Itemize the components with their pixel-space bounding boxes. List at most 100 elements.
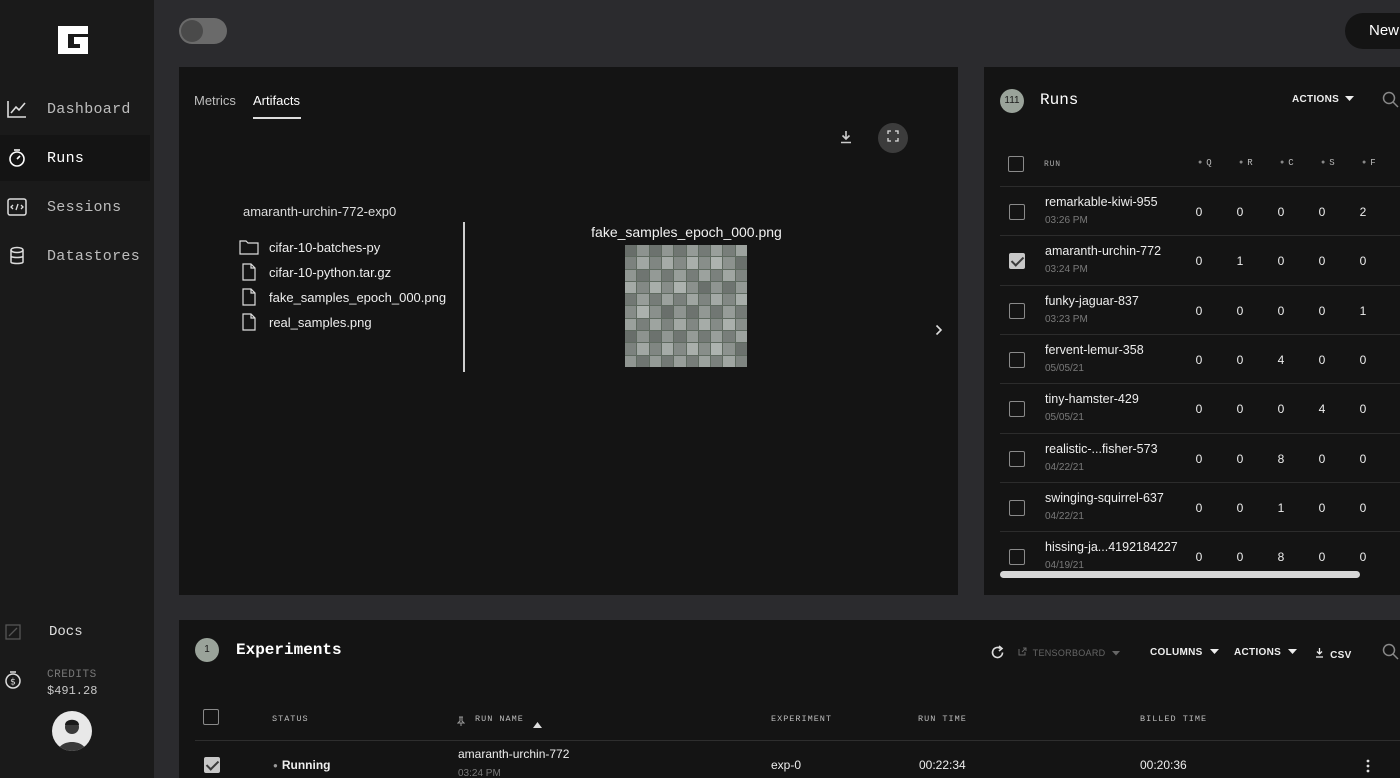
run-count-cell: 0 xyxy=(1277,205,1285,219)
table-row[interactable]: amaranth-urchin-772 03:24 PM 0 1 0 0 0 xyxy=(1000,235,1400,284)
actions-label: ACTIONS xyxy=(1292,94,1340,105)
experiments-panel: 1 Experiments TENSORBOARD COLUMNS ACTION… xyxy=(179,620,1400,778)
image-tile xyxy=(625,331,637,343)
billed-time-column-header[interactable]: BILLED TIME xyxy=(1140,714,1207,724)
theme-toggle[interactable] xyxy=(179,18,227,44)
run-name-cell[interactable]: amaranth-urchin-772 xyxy=(458,747,569,761)
run-name[interactable]: funky-jaguar-837 xyxy=(1045,294,1139,308)
col-header-f[interactable]: F xyxy=(1362,158,1375,168)
columns-button[interactable]: COLUMNS xyxy=(1150,647,1219,658)
table-row[interactable]: tiny-hamster-429 05/05/21 0 0 0 4 0 xyxy=(1000,383,1400,432)
sidebar-item-label: Runs xyxy=(47,149,85,167)
caret-down-icon xyxy=(1108,648,1121,658)
image-tile xyxy=(649,245,661,257)
row-checkbox[interactable] xyxy=(1009,499,1025,516)
table-row[interactable]: realistic-...fisher-573 04/22/21 0 0 8 0 0 xyxy=(1000,432,1400,482)
image-tile xyxy=(686,343,698,355)
sidebar-item-runs[interactable]: Runs xyxy=(0,135,150,181)
run-name-column-header[interactable]: RUN NAME xyxy=(475,714,524,724)
sort-ascending-icon[interactable] xyxy=(533,715,542,733)
tab-artifacts[interactable]: Artifacts xyxy=(253,93,300,108)
file-icon xyxy=(239,263,259,281)
avatar[interactable] xyxy=(52,711,92,751)
caret-down-icon xyxy=(1206,647,1219,658)
experiments-title: Experiments xyxy=(236,641,342,659)
image-tile xyxy=(698,318,711,331)
image-tile xyxy=(711,318,723,331)
download-icon[interactable] xyxy=(839,130,853,149)
pin-icon[interactable] xyxy=(456,713,466,731)
status-column-header[interactable]: STATUS xyxy=(272,714,309,724)
experiment-column-header[interactable]: EXPERIMENT xyxy=(771,714,832,724)
run-count-cell: 0 xyxy=(1195,500,1203,515)
select-all-checkbox[interactable] xyxy=(1008,156,1024,172)
tree-divider[interactable] xyxy=(463,222,465,372)
row-checkbox[interactable] xyxy=(1009,302,1025,319)
run-name[interactable]: realistic-...fisher-573 xyxy=(1045,442,1158,456)
run-timestamp: 03:24 PM xyxy=(458,768,501,778)
row-checkbox[interactable] xyxy=(1009,401,1025,418)
sidebar-item-datastores[interactable]: Datastores xyxy=(0,233,150,279)
image-tile xyxy=(625,355,637,367)
select-all-checkbox[interactable] xyxy=(203,709,219,725)
run-count-cell: 0 xyxy=(1277,303,1285,318)
csv-export-button[interactable]: CSV xyxy=(1315,648,1352,661)
tree-item-file[interactable]: fake_samples_epoch_000.png xyxy=(239,287,446,307)
image-tile xyxy=(711,343,723,355)
expand-button[interactable] xyxy=(878,123,908,153)
image-tile xyxy=(661,245,674,257)
horizontal-scrollbar[interactable] xyxy=(1000,571,1360,578)
sidebar-item-sessions[interactable]: Sessions xyxy=(0,184,150,230)
gradient-logo-icon[interactable] xyxy=(54,22,92,58)
table-row[interactable]: swinging-squirrel-637 04/22/21 0 0 1 0 0 xyxy=(1000,481,1400,531)
tensorboard-button[interactable]: TENSORBOARD xyxy=(1018,647,1121,658)
row-checkbox[interactable] xyxy=(1009,253,1025,270)
image-tile xyxy=(649,331,661,343)
table-row[interactable]: fervent-lemur-358 05/05/21 0 0 4 0 0 xyxy=(1000,333,1400,383)
row-checkbox[interactable] xyxy=(1009,549,1025,566)
run-name[interactable]: amaranth-urchin-772 xyxy=(1045,244,1161,258)
col-header-s[interactable]: S xyxy=(1321,158,1334,168)
tree-item-file[interactable]: real_samples.png xyxy=(239,312,372,332)
run-column-header[interactable]: RUN xyxy=(1044,160,1061,169)
image-tile xyxy=(711,245,723,257)
table-row[interactable]: remarkable-kiwi-955 03:26 PM 0 0 0 0 2 xyxy=(1000,186,1400,235)
row-checkbox[interactable] xyxy=(204,757,220,773)
caret-down-icon xyxy=(1284,647,1298,658)
tab-metrics[interactable]: Metrics xyxy=(194,93,236,108)
col-header-c[interactable]: C xyxy=(1280,158,1293,168)
run-count-cell: 0 xyxy=(1359,402,1367,417)
table-row[interactable]: funky-jaguar-837 03:23 PM 0 0 0 0 1 xyxy=(1000,284,1400,334)
run-count-cell: 0 xyxy=(1318,451,1326,466)
col-header-q[interactable]: Q xyxy=(1198,158,1211,168)
run-time-cell: 00:22:34 xyxy=(919,758,966,772)
run-name[interactable]: tiny-hamster-429 xyxy=(1045,392,1139,406)
runs-title: Runs xyxy=(1040,91,1079,109)
image-tile xyxy=(711,257,723,269)
run-count-cell: 0 xyxy=(1195,402,1203,417)
run-time-column-header[interactable]: RUN TIME xyxy=(918,714,967,724)
run-name[interactable]: hissing-ja...4192184227 xyxy=(1045,540,1178,554)
run-name[interactable]: swinging-squirrel-637 xyxy=(1045,491,1164,505)
image-tile xyxy=(649,306,661,318)
run-name[interactable]: fervent-lemur-358 xyxy=(1045,343,1144,357)
tree-item-label: fake_samples_epoch_000.png xyxy=(269,289,447,305)
chevron-right-icon[interactable] xyxy=(935,323,943,339)
search-icon[interactable] xyxy=(1382,643,1400,666)
row-checkbox[interactable] xyxy=(1009,450,1025,467)
row-checkbox[interactable] xyxy=(1009,351,1025,368)
refresh-icon[interactable] xyxy=(990,645,1005,665)
row-checkbox[interactable] xyxy=(1009,204,1025,220)
search-icon[interactable] xyxy=(1382,91,1400,114)
runs-actions-button[interactable]: ACTIONS xyxy=(1292,94,1355,105)
sidebar-item-dashboard[interactable]: Dashboard xyxy=(0,86,150,132)
actions-button[interactable]: ACTIONS xyxy=(1234,647,1298,658)
more-vertical-icon[interactable] xyxy=(1366,759,1370,778)
tree-item-folder[interactable]: cifar-10-batches-py xyxy=(239,237,380,257)
tree-item-label: real_samples.png xyxy=(269,314,372,330)
new-button[interactable]: New xyxy=(1345,13,1400,49)
tree-item-file[interactable]: cifar-10-python.tar.gz xyxy=(239,262,391,282)
docs-link[interactable]: Docs xyxy=(0,620,150,646)
run-name[interactable]: remarkable-kiwi-955 xyxy=(1045,195,1158,209)
col-header-r[interactable]: R xyxy=(1239,158,1252,168)
